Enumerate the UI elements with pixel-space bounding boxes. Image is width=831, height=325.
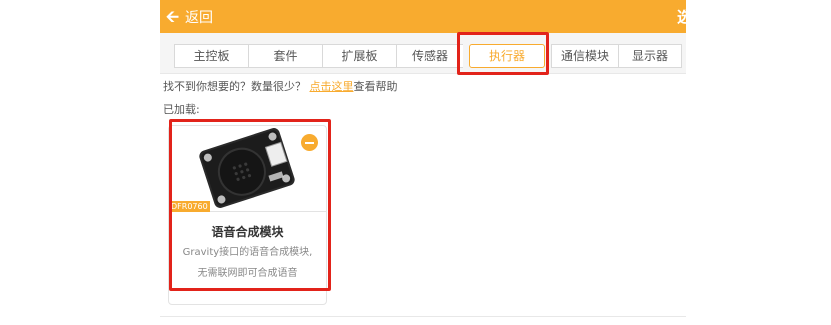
sku-badge: DFR0760	[169, 201, 210, 212]
tab-sensor[interactable]: 传感器	[396, 44, 463, 68]
help-text: 找不到你想要的？数量很少？ 点击这里查看帮助	[163, 78, 398, 94]
help-prefix: 找不到你想要的？数量很少？	[163, 80, 306, 93]
tab-communication-module[interactable]: 通信模块	[551, 44, 618, 68]
topbar-right-label[interactable]: 选	[677, 6, 686, 27]
back-button[interactable]: 🡨 返回	[166, 6, 213, 28]
tab-display[interactable]: 显示器	[618, 44, 682, 68]
module-description-line1: Gravity接口的语音合成模块,	[182, 247, 313, 258]
module-title: 语音合成模块	[211, 225, 284, 239]
help-suffix: 查看帮助	[353, 80, 398, 93]
loaded-label: 已加载:	[163, 103, 200, 116]
help-link[interactable]: 点击这里	[310, 80, 354, 93]
module-card[interactable]: DFR0760 语音合成模块 Gravity接口的语音合成模块, 无需联网即可合…	[168, 125, 327, 305]
top-bar: 🡨 返回 选	[160, 0, 686, 33]
category-tabs: 主控板 套件 扩展板 传感器 执行器 通信模块 显示器	[174, 44, 682, 68]
remove-icon[interactable]	[301, 134, 318, 151]
tab-actuator[interactable]: 执行器	[469, 44, 545, 68]
extension-panel: 🡨 返回 选 主控板 套件 扩展板 传感器 执行器 通信模块 显示器 找不到你想…	[160, 0, 686, 325]
arrow-left-icon: 🡨	[166, 7, 179, 26]
tab-expansion-board[interactable]: 扩展板	[322, 44, 396, 68]
back-label: 返回	[185, 10, 213, 26]
module-description-line2: 无需联网即可合成语音	[197, 268, 298, 279]
tab-main-board[interactable]: 主控板	[174, 44, 248, 68]
divider	[160, 316, 686, 317]
tab-kit[interactable]: 套件	[248, 44, 322, 68]
module-image: DFR0760	[169, 126, 326, 212]
